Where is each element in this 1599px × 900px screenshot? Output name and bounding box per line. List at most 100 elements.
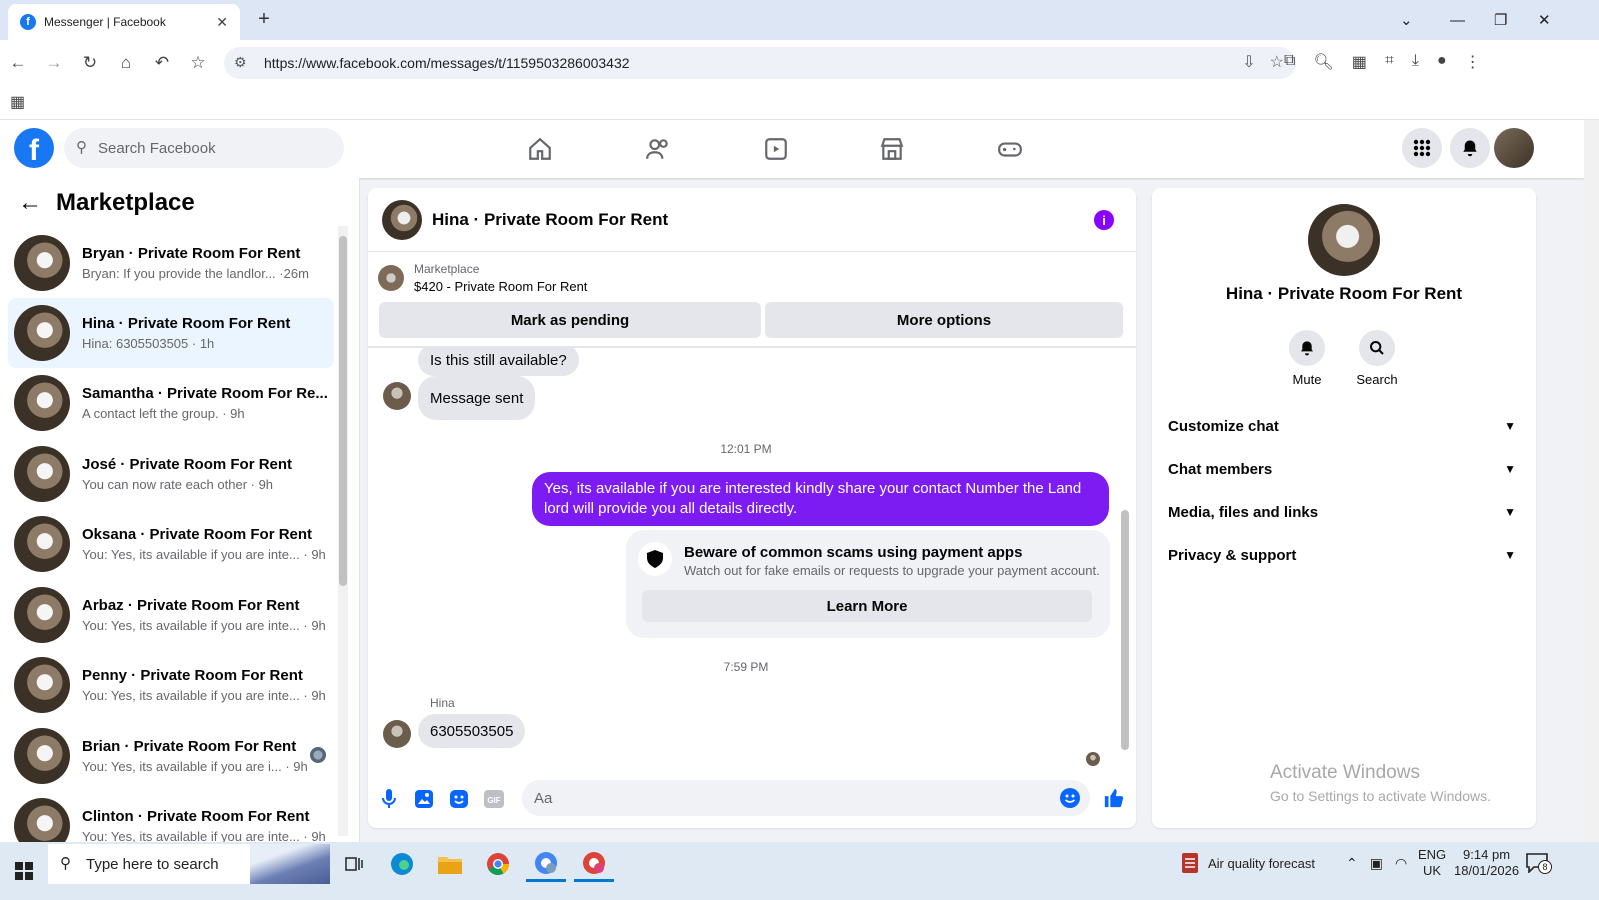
gif-icon[interactable]: GIF — [483, 788, 505, 810]
facebook-header: f ⚲ Search Facebook — [0, 120, 1584, 178]
sticker-icon[interactable] — [448, 788, 470, 810]
chevron-down-icon: ▼ — [1504, 462, 1516, 476]
clock[interactable]: 9:14 pm 18/01/2026 — [1454, 842, 1519, 884]
install-app-icon[interactable]: ⇩ — [1242, 52, 1255, 72]
home-icon[interactable]: ⌂ — [108, 53, 144, 73]
thumbs-up-icon[interactable] — [1102, 786, 1126, 810]
profile-icon[interactable]: ● — [1437, 52, 1447, 72]
section-label: Chat members — [1168, 460, 1273, 478]
emoji-icon[interactable] — [1060, 788, 1080, 812]
video-nav-icon[interactable] — [746, 130, 806, 168]
taskbar-search-input[interactable]: ⚲ Type here to search — [48, 844, 330, 884]
windows-taskbar: ⚲ Type here to search Air quality foreca… — [0, 842, 1599, 900]
conversation-item[interactable]: Brian · Private Room For Rent You: Yes, i… — [8, 721, 334, 791]
chat-scroll-thumb[interactable] — [1121, 510, 1129, 750]
chrome-profile-icon[interactable] — [526, 846, 566, 882]
chevron-down-icon: ▼ — [1504, 419, 1516, 433]
chat-members-section[interactable]: Chat members ▼ — [1168, 449, 1520, 489]
microphone-icon[interactable] — [378, 788, 400, 810]
sidebar-scrollbar[interactable] — [338, 226, 348, 836]
chat-avatar[interactable] — [382, 199, 422, 240]
conversation-item[interactable]: Bryan · Private Room For Rent Bryan: If y… — [8, 228, 334, 298]
chrome-profile-2-icon[interactable] — [574, 846, 614, 882]
language-indicator[interactable]: ENG UK — [1418, 842, 1446, 884]
weather-widget[interactable]: Air quality forecast — [1180, 842, 1315, 884]
search-input[interactable]: ⚲ Search Facebook — [64, 128, 344, 168]
media-files-section[interactable]: Media, files and links ▼ — [1168, 492, 1520, 532]
privacy-support-section[interactable]: Privacy & support ▼ — [1168, 535, 1520, 575]
extensions-icon[interactable]: ⧉ — [1284, 52, 1295, 72]
gaming-nav-icon[interactable] — [980, 130, 1040, 168]
chevron-up-icon[interactable]: ⌃ — [1346, 855, 1358, 872]
mark-pending-button[interactable]: Mark as pending — [379, 302, 761, 338]
search-icon — [1359, 330, 1395, 366]
conversation-item[interactable]: Penny · Private Room For Rent You: Yes, i… — [8, 650, 334, 720]
undo-icon[interactable]: ↶ — [144, 53, 180, 73]
bookmark-star-icon[interactable]: ☆ — [1270, 52, 1284, 72]
edge-icon[interactable] — [382, 846, 422, 882]
chrome-icon[interactable] — [478, 846, 518, 882]
menu-icon[interactable]: ⋮ — [1465, 52, 1481, 72]
download-icon[interactable]: ⤓ — [1412, 52, 1419, 72]
marketplace-nav-icon[interactable] — [862, 130, 922, 168]
friends-nav-icon[interactable] — [628, 130, 688, 168]
mute-button[interactable]: Mute — [1277, 330, 1337, 387]
details-avatar[interactable] — [1308, 204, 1380, 276]
conversation-name: Arbaz · Private Room For Rent — [82, 597, 300, 614]
new-tab-button[interactable]: + — [252, 8, 276, 31]
learn-more-button[interactable]: Learn More — [642, 590, 1092, 622]
star-icon[interactable]: ☆ — [180, 53, 216, 73]
tab-search-icon[interactable]: ⌄ — [1400, 0, 1413, 40]
file-explorer-icon[interactable] — [430, 846, 470, 882]
search-conversation-button[interactable]: Search — [1347, 330, 1407, 387]
site-info-icon[interactable]: ⚙ — [234, 54, 247, 71]
apps-grid-icon[interactable]: ▦ — [10, 92, 25, 112]
customize-chat-section[interactable]: Customize chat ▼ — [1168, 406, 1520, 446]
info-icon[interactable]: i — [1094, 210, 1114, 230]
more-options-button[interactable]: More options — [765, 302, 1123, 338]
zoom-icon[interactable]: 🔍︎ — [1313, 52, 1333, 72]
facebook-logo-icon[interactable]: f — [14, 128, 54, 168]
home-nav-icon[interactable] — [510, 130, 570, 168]
sidebar-scroll-thumb[interactable] — [339, 236, 347, 586]
menu-grid-icon[interactable] — [1402, 128, 1442, 168]
page-scrollbar[interactable] — [1584, 120, 1599, 842]
notification-center-icon[interactable]: 8 — [1526, 842, 1552, 884]
reload-icon[interactable]: ↻ — [72, 53, 108, 73]
region-code: UK — [1423, 863, 1442, 878]
back-icon[interactable]: ← — [0, 53, 36, 73]
chat-title[interactable]: Hina · Private Room For Rent — [432, 210, 668, 230]
photo-icon[interactable] — [413, 788, 435, 810]
browser-tab-strip: f Messenger | Facebook ✕ + ⌄ — ❐ ✕ — [0, 0, 1599, 40]
forward-icon[interactable]: → — [36, 53, 72, 73]
qr-icon[interactable]: ▦ — [1352, 52, 1367, 72]
close-window-button[interactable]: ✕ — [1538, 0, 1551, 40]
conversation-details-panel: Hina · Private Room For Rent Mute Search… — [1152, 188, 1536, 828]
restore-button[interactable]: ❐ — [1494, 0, 1507, 40]
windows-start-icon[interactable] — [0, 862, 48, 880]
close-tab-icon[interactable]: ✕ — [216, 14, 228, 31]
message-input[interactable]: Aa — [522, 780, 1090, 816]
device-icon[interactable]: ▣ — [1370, 855, 1383, 872]
conversation-item[interactable]: Samantha · Private Room For Re... A conta… — [8, 368, 334, 438]
search-highlight-image — [250, 844, 330, 884]
marketplace-listing[interactable]: Marketplace $420 - Private Room For Rent — [378, 262, 587, 294]
conversation-item[interactable]: Oksana · Private Room For Rent You: Yes, … — [8, 509, 334, 579]
url-text[interactable]: https://www.facebook.com/messages/t/1159… — [264, 55, 630, 71]
minimize-button[interactable]: — — [1450, 0, 1465, 40]
task-view-icon[interactable] — [334, 846, 374, 882]
conversation-item[interactable]: José · Private Room For Rent You can now … — [8, 439, 334, 509]
browser-tab[interactable]: f Messenger | Facebook ✕ — [8, 4, 240, 40]
search-icon: ⚲ — [76, 139, 87, 156]
back-arrow-icon[interactable]: ← — [18, 189, 42, 217]
chat-scrollbar[interactable] — [1120, 352, 1130, 768]
section-label: Privacy & support — [1168, 546, 1297, 564]
conversation-item[interactable]: Arbaz · Private Room For Rent You: Yes, i… — [8, 580, 334, 650]
crop-icon[interactable]: ⌗ — [1385, 52, 1394, 72]
wifi-icon[interactable]: ◠ — [1395, 855, 1407, 872]
outgoing-message: Yes, its available if you are interested… — [532, 472, 1109, 526]
profile-avatar[interactable] — [1494, 128, 1534, 168]
notifications-bell-icon[interactable] — [1450, 128, 1490, 168]
address-bar[interactable]: ⚙ https://www.facebook.com/messages/t/11… — [224, 47, 1296, 79]
conversation-item-active[interactable]: Hina · Private Room For Rent Hina: 630550… — [8, 298, 334, 368]
